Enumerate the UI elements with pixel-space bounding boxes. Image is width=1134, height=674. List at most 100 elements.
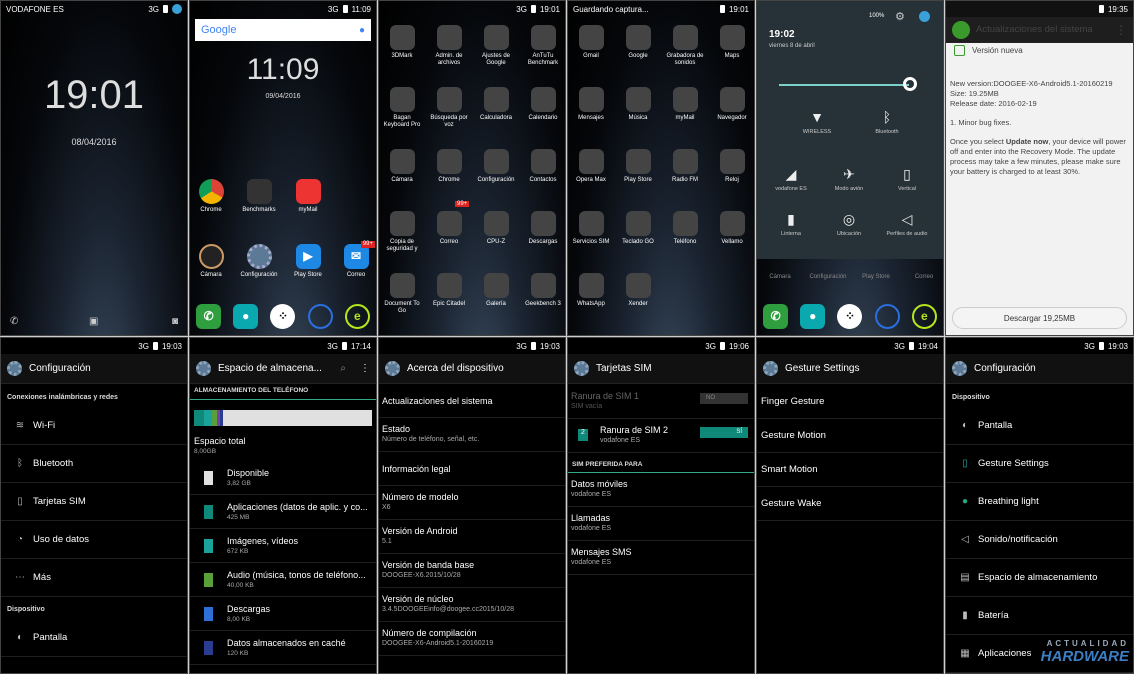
about-item[interactable]: Número de compilación DOOGEE-X6-Android5.… — [379, 622, 565, 656]
settings-item-breathing-light[interactable]: ● Breathing light — [946, 483, 1133, 521]
app-item[interactable]: Calculadora — [475, 87, 517, 122]
app-item[interactable]: Correo — [428, 211, 470, 246]
app-camara[interactable]: Cámara — [190, 244, 232, 279]
app-item[interactable]: Bagan Keyboard Pro — [381, 87, 423, 129]
about-item[interactable]: Número de modelo X6 — [379, 486, 565, 520]
app-item[interactable]: 3DMark — [381, 25, 423, 60]
phone-icon[interactable]: ✆ — [10, 316, 18, 327]
pref-sms[interactable]: Mensajes SMS vodafone ES — [568, 541, 754, 575]
app-item[interactable]: Mensajes — [570, 87, 612, 122]
app-item[interactable]: Opera Max — [570, 149, 612, 184]
google-search-bar[interactable]: Google ● — [195, 19, 371, 41]
storage-item[interactable]: Datos almacenados en caché 120 KB — [190, 631, 376, 665]
app-item[interactable]: Cámara — [381, 149, 423, 184]
qs-tile[interactable]: ✈ Modo avión — [819, 166, 879, 192]
mic-icon[interactable]: ● — [359, 25, 365, 36]
overflow-menu-icon[interactable]: ⋮ — [1115, 23, 1127, 37]
search-icon[interactable]: ⌕ — [340, 363, 346, 374]
app-item[interactable]: Descargas — [522, 211, 564, 246]
settings-item-bluetooth[interactable]: ᛒ Bluetooth — [1, 445, 187, 483]
app-item[interactable]: Geekbench 3 — [522, 273, 564, 308]
app-configuracion[interactable]: Configuración — [238, 244, 280, 279]
browser-icon[interactable]: e — [911, 303, 937, 329]
brightness-slider[interactable] — [779, 84, 909, 86]
lock-icon[interactable]: ▣ — [89, 316, 98, 327]
app-item[interactable]: Epic Citadel — [428, 273, 470, 308]
app-item[interactable]: Configuración — [475, 149, 517, 184]
qs-tile[interactable]: ᛒ Bluetooth — [857, 109, 917, 135]
messages-icon[interactable] — [874, 303, 900, 329]
settings-item-gesture[interactable]: ▯ Gesture Settings — [946, 445, 1133, 483]
storage-item[interactable]: Aplicaciones (datos de aplic. y co... 425… — [190, 495, 376, 529]
about-item[interactable]: Versión de banda base DOOGEE-X6.2015/10/2… — [379, 554, 565, 588]
qs-tile[interactable]: ◁ Perfiles de audio — [877, 211, 937, 237]
app-item[interactable]: Grabadora de sonidos — [664, 25, 706, 67]
phone-icon[interactable]: ✆ — [763, 303, 789, 329]
app-item[interactable]: Servicios SIM — [570, 211, 612, 246]
smart-motion-item[interactable]: Smart Motion — [757, 453, 943, 487]
settings-item-sim[interactable]: ▯ Tarjetas SIM — [1, 483, 187, 521]
phone-icon[interactable]: ✆ — [196, 303, 222, 329]
qs-tile[interactable]: ◢ vodafone ES — [761, 166, 821, 192]
app-item[interactable]: Teclado GO — [617, 211, 659, 246]
settings-item-battery[interactable]: ▮ Batería — [946, 597, 1133, 635]
app-item[interactable]: Búsqueda por voz — [428, 87, 470, 129]
storage-item[interactable]: Disponible 3,82 GB — [190, 461, 376, 495]
app-item[interactable]: Navegador — [711, 87, 753, 122]
app-item[interactable]: Contactos — [522, 149, 564, 184]
app-item[interactable]: Reloj — [711, 149, 753, 184]
settings-gear-icon[interactable]: ⚙ — [895, 10, 905, 23]
app-benchmarks[interactable]: Benchmarks — [238, 179, 280, 214]
qs-tile[interactable]: ▼ WIRELESS — [787, 109, 847, 135]
app-item[interactable]: AnTuTu Benchmark — [522, 25, 564, 67]
gesture-motion-item[interactable]: Gesture Motion — [757, 419, 943, 453]
storage-item[interactable]: Imágenes, vídeos 672 KB — [190, 529, 376, 563]
settings-item-sound[interactable]: ◁ Sonido/notificación — [946, 521, 1133, 559]
browser-icon[interactable]: e — [344, 303, 370, 329]
app-item[interactable]: Ajustes de Google — [475, 25, 517, 67]
app-item[interactable]: Chrome — [428, 149, 470, 184]
camera-icon[interactable]: ◙ — [172, 316, 178, 327]
qs-tile[interactable]: ▮ Linterna — [761, 211, 821, 237]
settings-item-more[interactable]: ⋯ Más — [1, 559, 187, 597]
finger-gesture-item[interactable]: Finger Gesture — [757, 385, 943, 419]
app-chrome[interactable]: Chrome — [190, 179, 232, 214]
settings-item-data-usage[interactable]: ◔ Uso de datos — [1, 521, 187, 559]
storage-item[interactable]: Descargas 8,00 KB — [190, 597, 376, 631]
contacts-icon[interactable]: ● — [233, 303, 259, 329]
gesture-wake-item[interactable]: Gesture Wake — [757, 487, 943, 521]
settings-item-storage[interactable]: ▤ Espacio de almacenamiento — [946, 559, 1133, 597]
app-mymail[interactable]: myMail — [287, 179, 329, 214]
app-item[interactable]: WhatsApp — [570, 273, 612, 308]
overflow-menu-icon[interactable]: ⋮ — [360, 363, 370, 374]
sim-slot-1[interactable]: Ranura de SIM 1 SIM vacía NO — [568, 385, 754, 419]
brightness-icon[interactable] — [903, 77, 917, 91]
app-item[interactable]: Teléfono — [664, 211, 706, 246]
settings-item-display[interactable]: ◐ Pantalla — [946, 407, 1133, 445]
app-item[interactable]: Copia de seguridad y — [381, 211, 423, 253]
app-item[interactable]: Radio FM — [664, 149, 706, 184]
app-item[interactable]: myMail — [664, 87, 706, 122]
app-item[interactable]: Vellamo — [711, 211, 753, 246]
sim2-toggle[interactable]: SÍ — [700, 427, 748, 438]
about-item[interactable]: Versión de núcleo 3.4.5DOOGEEinfo@doogee.… — [379, 588, 565, 622]
app-item[interactable]: Gmail — [570, 25, 612, 60]
messages-icon[interactable] — [307, 303, 333, 329]
about-item[interactable]: Versión de Android 5.1 — [379, 520, 565, 554]
about-item[interactable]: Información legal — [379, 452, 565, 486]
download-button[interactable]: Descargar 19,25MB — [952, 307, 1127, 329]
app-item[interactable]: Document To Go — [381, 273, 423, 315]
settings-item-display[interactable]: ◐ Pantalla — [1, 619, 187, 657]
qs-tile[interactable]: ◎ Ubicación — [819, 211, 879, 237]
about-item[interactable]: Estado Número de teléfono, señal, etc. — [379, 418, 565, 452]
app-item[interactable]: Calendario — [522, 87, 564, 122]
app-item[interactable]: Play Store — [617, 149, 659, 184]
app-item[interactable]: Admin. de archivos — [428, 25, 470, 67]
app-play-store[interactable]: ▶ Play Store — [287, 244, 329, 279]
pref-mobile-data[interactable]: Datos móviles vodafone ES — [568, 473, 754, 507]
qs-tile[interactable]: ▯ Vertical — [877, 166, 937, 192]
sim1-toggle[interactable]: NO — [700, 393, 748, 404]
app-drawer-icon[interactable]: ⁘ — [837, 303, 863, 329]
app-item[interactable]: Google — [617, 25, 659, 60]
app-drawer-icon[interactable]: ⁘ — [270, 303, 296, 329]
